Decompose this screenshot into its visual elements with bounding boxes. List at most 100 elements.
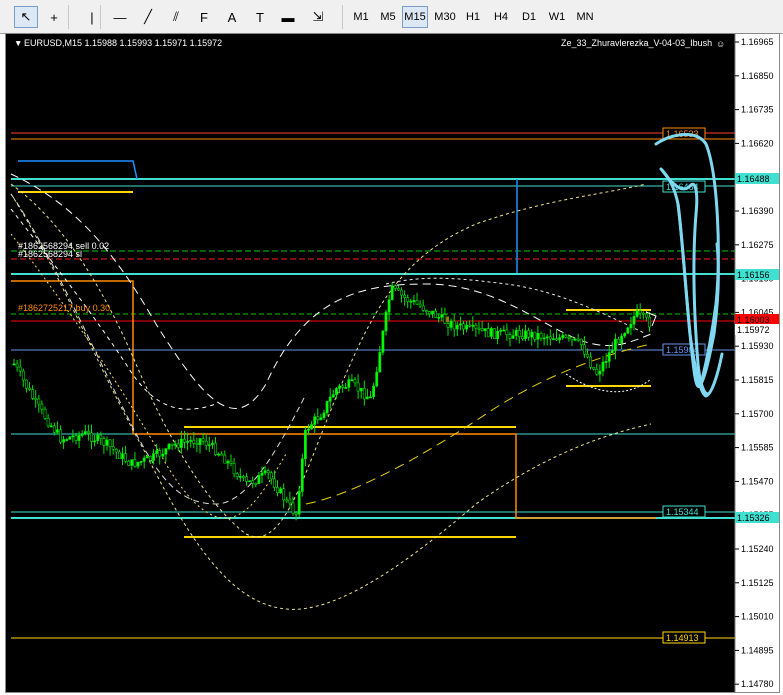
candle-body [49,425,53,428]
price-axis-tag-label: 1.16156 [737,270,770,280]
arrows-icon[interactable]: ⇲ [306,6,330,28]
candle-body [248,480,252,483]
candle-body [12,363,16,366]
candle-body [517,329,521,337]
timeframe-m30-button[interactable]: M30 [432,6,458,28]
candle-body [195,443,199,446]
candle-body [201,438,205,442]
candle-body [83,431,87,435]
candle-body [334,388,338,395]
candle-body [74,435,78,441]
candle-body [198,438,202,446]
horizontal-line-icon[interactable]: — [108,6,132,28]
trendline-icon[interactable]: ╱ [136,6,160,28]
candle-body [381,330,385,353]
crosshair-icon[interactable]: + [42,6,66,28]
candle-body [111,446,115,450]
candle-body [46,418,50,427]
timeframe-w1-button[interactable]: W1 [544,6,570,28]
timeframe-d1-button[interactable]: D1 [516,6,542,28]
candle-body [136,461,140,467]
rectangle-icon[interactable]: ▬ [276,6,300,28]
candle-body [173,443,177,446]
level-tag-label: 1.15344 [666,507,699,517]
candle-body [359,388,363,392]
candle-body [592,366,596,370]
price-tick-label: 1.15470 [741,476,774,486]
candle-body [40,403,44,410]
candle-body [586,353,589,358]
candle-body [536,333,540,340]
candle-body [214,442,217,456]
candle-body [87,431,90,434]
candle-body [229,460,233,464]
candle-body [353,379,357,384]
candle-body [452,320,456,330]
candle-body [108,439,112,447]
candle-body [551,338,555,341]
candle-body [272,478,276,488]
price-tick-label: 1.15700 [741,409,774,419]
candle-body [18,366,22,372]
candle-body [632,316,636,325]
price-tick-label: 1.16735 [741,105,774,115]
order-label-buy: #1862725217 buy 0.30 [18,303,110,313]
candle-body [24,379,28,389]
price-chart[interactable]: 1.169651.168501.167351.166201.165051.163… [6,34,779,692]
candle-body [204,440,208,446]
timeframe-h4-button[interactable]: H4 [488,6,514,28]
chart-collapse-icon[interactable]: ▼ [14,38,22,48]
candle-body [561,335,565,339]
candle-body [71,435,75,438]
candle-body [52,425,56,433]
candle-body [641,312,645,315]
candle-body [300,458,304,492]
timeframe-mn-button[interactable]: MN [572,6,598,28]
timeframe-h1-button[interactable]: H1 [460,6,486,28]
candle-body [235,473,239,478]
equidistant-channel-icon[interactable]: ⫽ [164,6,188,28]
candle-body [80,433,84,436]
candle-body [477,327,481,330]
candle-body [508,334,512,339]
chart-window[interactable]: 1.169651.168501.167351.166201.165051.163… [5,33,780,693]
candle-body [223,454,227,464]
timeframe-m5-button[interactable]: M5 [375,6,401,28]
candle-body [133,459,137,467]
candle-body [465,324,469,330]
candle-body [403,294,407,298]
price-tick-label: 1.16965 [741,37,774,47]
candle-body [527,330,531,338]
candle-body [242,476,245,478]
candle-body [28,387,31,390]
candle-body [118,451,121,459]
timeframe-m15-button[interactable]: M15 [402,6,428,28]
candle-body [183,438,186,443]
candle-body [149,455,152,461]
candle-body [480,328,484,331]
candle-body [68,436,72,440]
cursor-icon[interactable]: ↖ [14,6,38,28]
smiley-icon: ☺ [716,39,725,49]
text-label-icon[interactable]: T [248,6,272,28]
candle-body [257,475,261,484]
candle-body [331,394,335,398]
fibonacci-icon[interactable]: F [192,6,216,28]
candle-body [124,453,128,462]
price-tick-label: 1.15125 [741,578,774,588]
candle-body [307,428,310,431]
candle-body [431,310,434,315]
candle-body [55,429,59,433]
price-axis-tag-label: 1.16003 [737,315,770,325]
candle-body [31,389,35,399]
candle-body [449,320,453,328]
candle-body [505,329,509,335]
candle-body [34,398,38,400]
candle-body [186,440,190,443]
candle-body [567,336,571,339]
candle-body [564,335,568,338]
candle-body [207,444,211,447]
candle-body [313,416,317,425]
timeframe-m1-button[interactable]: M1 [348,6,374,28]
text-icon[interactable]: A [220,6,244,28]
